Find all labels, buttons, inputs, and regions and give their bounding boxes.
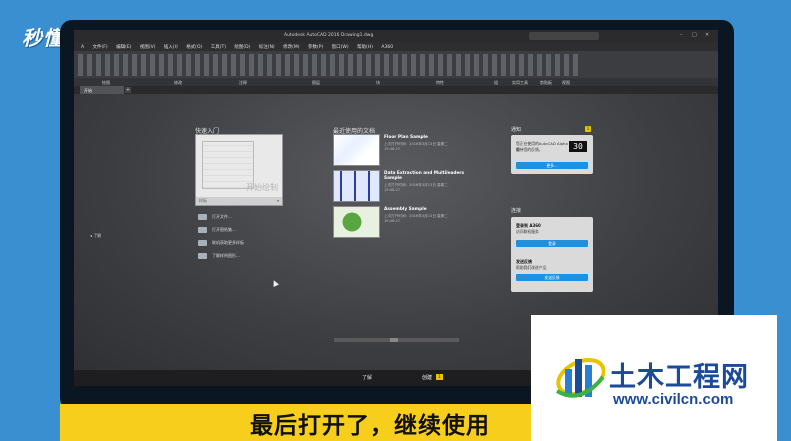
close-icon[interactable]: ✕ xyxy=(705,32,709,38)
sheet-set-icon xyxy=(198,226,207,233)
create-count-badge: 1 xyxy=(436,374,443,380)
a360-description: 访问联机服务 xyxy=(516,229,539,234)
connect-title: 连接 xyxy=(511,208,522,214)
folder-icon xyxy=(198,213,207,220)
menu-item[interactable]: 插入(I) xyxy=(164,44,178,50)
maximize-icon[interactable]: □ xyxy=(692,32,697,38)
notifications-title: 通知 xyxy=(511,127,522,133)
menu-item[interactable]: A xyxy=(81,45,84,50)
notification-count-badge: 1 xyxy=(585,126,591,132)
new-tab-button[interactable]: + xyxy=(125,87,131,93)
minimize-icon[interactable]: – xyxy=(680,32,683,38)
open-sheet-set-link[interactable]: 打开图纸集... xyxy=(198,223,244,236)
ribbon-tool-buttons[interactable] xyxy=(78,54,578,76)
menu-item[interactable]: 参数(P) xyxy=(308,44,323,50)
notification-counter: 30 xyxy=(569,141,587,152)
menu-item[interactable]: 格式(O) xyxy=(186,44,202,50)
file-tab-strip: 开始 + xyxy=(74,86,718,94)
mouse-cursor-icon xyxy=(271,279,279,287)
ribbon: 绘图 修改 注释 图层 块 特性 组 实用工具 剪贴板 视图 xyxy=(74,51,718,86)
explore-samples-link[interactable]: 了解样例图形... xyxy=(198,249,244,262)
learn-side-link[interactable]: ◂ 了解 xyxy=(90,233,101,239)
civil-logo-icon xyxy=(555,358,605,398)
drawing-thumbnail xyxy=(333,134,380,166)
menu-item[interactable]: 修改(M) xyxy=(283,44,299,50)
drawing-thumbnail xyxy=(333,206,380,238)
tab-start[interactable]: 开始 xyxy=(80,86,124,94)
civil-logo-url: www.civilcn.com xyxy=(613,391,734,408)
template-icon xyxy=(198,239,207,246)
feedback-description: 帮助我们改进产品 xyxy=(516,265,547,270)
template-dropdown[interactable]: 样板 ▾ xyxy=(196,197,282,205)
recent-doc-item[interactable]: Assembly Sample 上次打开时间：2016年3月13日 星期二 19… xyxy=(333,206,473,238)
start-drawing-card[interactable]: 开始绘制 样板 ▾ xyxy=(195,134,283,206)
more-button[interactable]: 更多... xyxy=(516,162,588,169)
ribbon-panel-labels: 绘图 修改 注释 图层 块 特性 组 实用工具 剪贴板 视图 xyxy=(74,78,718,86)
drawing-thumbnail xyxy=(333,170,380,202)
menu-item[interactable]: 工具(T) xyxy=(211,44,226,50)
menu-item[interactable]: 帮助(H) xyxy=(357,44,373,50)
open-file-link[interactable]: 打开文件... xyxy=(198,210,244,223)
learn-tab[interactable]: 了解 xyxy=(362,374,372,381)
menu-bar: A 文件(F) 编辑(E) 视图(V) 插入(I) 格式(O) 工具(T) 绘图… xyxy=(74,42,718,51)
connect-panel: 登录到 A360 访问联机服务 登录 发送反馈 帮助我们改进产品 发送反馈 xyxy=(511,217,593,292)
menu-item[interactable]: 视图(V) xyxy=(140,44,156,50)
menu-item[interactable]: 文件(F) xyxy=(93,44,108,50)
chevron-down-icon: ▾ xyxy=(276,198,279,203)
notification-text-2: 期待您的反馈。 xyxy=(516,147,543,152)
menu-item[interactable]: 标注(N) xyxy=(259,44,275,50)
recent-doc-item[interactable]: Data Extraction and Multileaders Sample … xyxy=(333,170,473,202)
title-bar: Autodesk AutoCAD 2016 Drawing1.dwg – □ ✕ xyxy=(74,30,718,42)
notification-panel: 您正在使用的AutoCAD Alpha版 期待您的反馈。 30 更多... xyxy=(511,135,593,174)
video-subtitle: 最后打开了，继续使用 xyxy=(250,413,490,439)
create-tab[interactable]: 创建 xyxy=(422,374,432,381)
document-icon xyxy=(198,252,207,259)
send-feedback-button[interactable]: 发送反馈 xyxy=(516,274,588,281)
civil-logo: 土木工程网 www.civilcn.com xyxy=(531,315,777,441)
menu-item[interactable]: A360 xyxy=(381,45,393,50)
recent-doc-item[interactable]: Floor Plan Sample 上次打开时间：2016年3月13日 星期二 … xyxy=(333,134,473,166)
menu-item[interactable]: 窗口(W) xyxy=(332,44,349,50)
menu-item[interactable]: 绘图(D) xyxy=(234,44,250,50)
login-button[interactable]: 登录 xyxy=(516,240,588,247)
window-title: Autodesk AutoCAD 2016 Drawing1.dwg xyxy=(284,33,374,38)
civil-logo-name: 土木工程网 xyxy=(609,362,749,393)
quick-start-list: 打开文件... 打开图纸集... 联机获取更多样板 了解样例图形... xyxy=(198,210,244,262)
menu-item[interactable]: 编辑(E) xyxy=(116,44,131,50)
recent-scrollbar[interactable] xyxy=(334,338,459,342)
get-templates-link[interactable]: 联机获取更多样板 xyxy=(198,236,244,249)
start-drawing-label: 开始绘制 xyxy=(246,183,278,192)
scrollbar-handle[interactable] xyxy=(390,338,398,342)
search-input[interactable] xyxy=(529,32,599,40)
